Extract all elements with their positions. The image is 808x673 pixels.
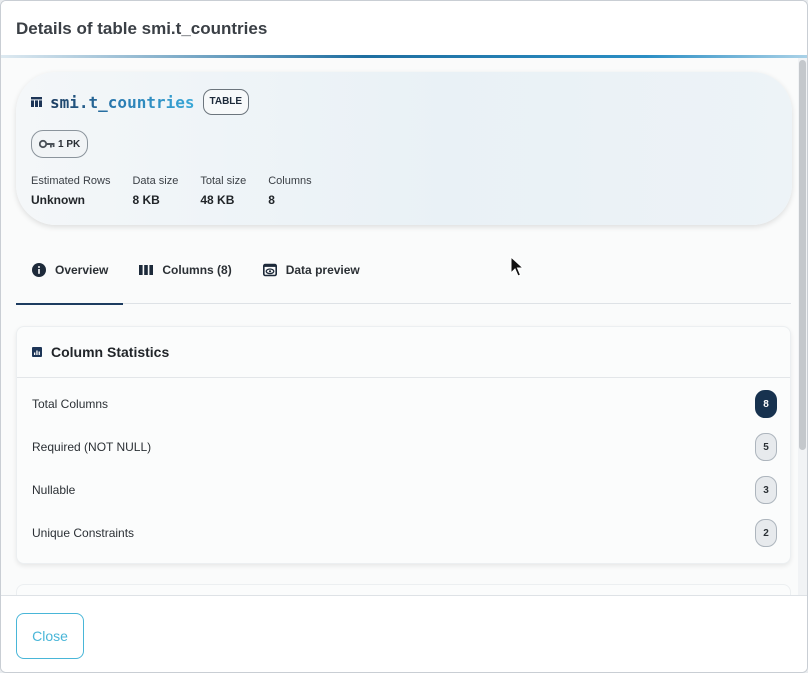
stat-label: Estimated Rows	[31, 175, 111, 187]
dialog-header: Details of table smi.t_countries	[1, 1, 807, 57]
table-type-badge: TABLE	[202, 89, 250, 115]
column-statistics-header: Column Statistics	[17, 327, 790, 378]
close-button[interactable]: Close	[16, 613, 84, 659]
stat-estimated-rows: Estimated Rows Unknown	[31, 175, 110, 207]
tab-label: Columns (8)	[162, 263, 232, 277]
bar-chart-icon	[32, 347, 42, 357]
stat-data-size: Data size 8 KB	[132, 175, 178, 207]
table-stats: Estimated Rows Unknown Data size 8 KB To…	[31, 175, 334, 207]
tab-columns[interactable]: Columns (8)	[123, 248, 246, 304]
column-statistics-card: Column Statistics Total Columns 8 Requir…	[16, 326, 791, 564]
table-details-dialog: Details of table smi.t_countries smi.t_c…	[0, 0, 808, 673]
tab-data-preview[interactable]: Data preview	[247, 248, 375, 304]
primary-key-count: 1 PK	[58, 138, 81, 150]
tab-overview[interactable]: Overview	[16, 248, 124, 305]
table-summary-card: smi.t_countries TABLE 1 PK Estimated Row…	[16, 72, 792, 225]
count-badge: 5	[755, 433, 777, 461]
table-name: smi.t_countries	[50, 92, 195, 112]
stat-label: Total size	[200, 175, 247, 187]
dialog-scrollbar[interactable]	[798, 58, 807, 595]
column-statistics-title: Column Statistics	[51, 344, 170, 360]
stat-label: Columns	[268, 175, 312, 187]
primary-key-badge: 1 PK	[31, 130, 89, 158]
columns-icon	[139, 265, 154, 275]
mouse-cursor-icon	[510, 256, 524, 277]
stat-value: 8 KB	[132, 193, 160, 207]
info-icon	[32, 263, 46, 277]
key-icon	[39, 139, 55, 149]
stat-value: Unknown	[31, 193, 85, 207]
stat-row-label: Nullable	[32, 483, 76, 497]
stat-row-label: Unique Constraints	[32, 526, 135, 540]
stat-label: Data size	[132, 175, 179, 187]
scrollbar-thumb[interactable]	[799, 60, 806, 450]
dialog-body[interactable]: smi.t_countries TABLE 1 PK Estimated Row…	[1, 58, 799, 595]
stat-row-unique-constraints: Unique Constraints 2	[32, 519, 777, 547]
dialog-footer: Close	[1, 595, 807, 672]
details-tabs: Overview Columns (8) Data preview	[16, 248, 791, 305]
table-name-row: smi.t_countries TABLE	[31, 89, 777, 115]
stat-value: 48 KB	[200, 193, 235, 207]
stat-row-nullable: Nullable 3	[32, 476, 777, 504]
count-badge: 2	[755, 519, 777, 547]
stat-row-label: Total Columns	[32, 397, 109, 411]
eye-icon	[262, 263, 277, 277]
count-badge: 3	[755, 476, 777, 504]
tab-label: Data preview	[285, 263, 360, 277]
stat-value: 8	[268, 193, 275, 207]
table-icon	[31, 97, 42, 107]
stat-row-required: Required (NOT NULL) 5	[32, 433, 777, 461]
stat-columns: Columns 8	[268, 175, 311, 207]
count-badge: 8	[755, 390, 777, 418]
dialog-title: Details of table smi.t_countries	[16, 19, 268, 38]
tab-label: Overview	[55, 263, 109, 277]
next-section-card	[16, 584, 791, 595]
stat-total-size: Total size 48 KB	[200, 175, 246, 207]
stat-row-label: Required (NOT NULL)	[32, 440, 152, 454]
stat-row-total-columns: Total Columns 8	[32, 390, 777, 418]
